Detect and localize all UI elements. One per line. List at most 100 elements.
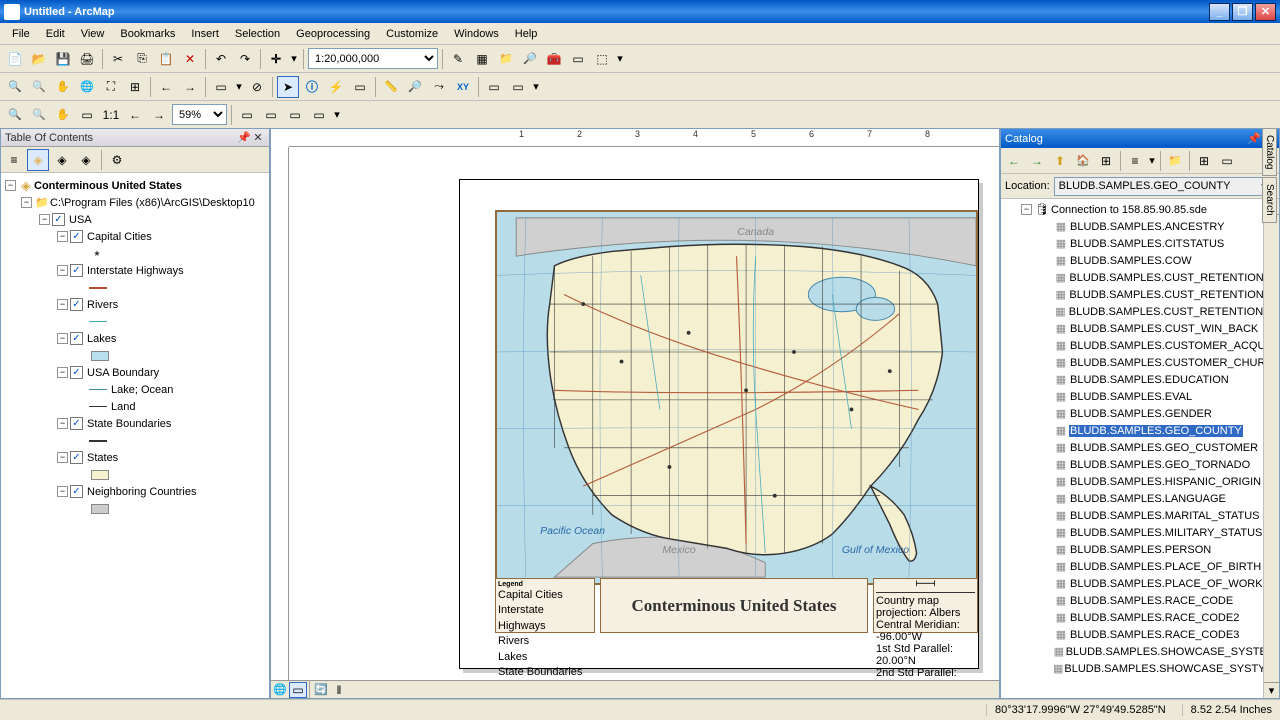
select-dropdown[interactable]: ▾ (234, 76, 244, 98)
tree-root[interactable]: − Conterminous United States (3, 177, 267, 194)
catalog-home-button[interactable] (1072, 150, 1094, 172)
expand-icon[interactable]: − (57, 299, 68, 310)
tree-layer-neighboring[interactable]: − Neighboring Countries (3, 483, 267, 500)
expand-icon[interactable]: − (57, 418, 68, 429)
undo-button[interactable] (210, 48, 232, 70)
catalog-table-item[interactable]: BLUDB.SAMPLES.MILITARY_STATUS (1003, 524, 1277, 541)
layout-zoom-out-button[interactable] (28, 104, 50, 126)
catalog-table-item[interactable]: BLUDB.SAMPLES.RACE_CODE (1003, 592, 1277, 609)
menu-edit[interactable]: Edit (38, 26, 73, 42)
menu-geoprocessing[interactable]: Geoprocessing (288, 26, 378, 42)
copy-button[interactable] (131, 48, 153, 70)
catalog-table-item[interactable]: BLUDB.SAMPLES.MARITAL_STATUS (1003, 507, 1277, 524)
full-extent-button[interactable] (76, 76, 98, 98)
delete-button[interactable] (179, 48, 201, 70)
data-view-button[interactable] (271, 682, 289, 698)
catalog-table-item[interactable]: BLUDB.SAMPLES.RACE_CODE3 (1003, 626, 1277, 643)
catalog-table-item[interactable]: BLUDB.SAMPLES.SHOWCASE_SYSTEM (1003, 643, 1277, 660)
print-button[interactable] (76, 48, 98, 70)
layout-view[interactable]: 1 2 3 4 5 6 7 8 (270, 128, 1000, 699)
tree-group-usa[interactable]: − USA (3, 211, 267, 228)
menu-help[interactable]: Help (507, 26, 546, 42)
cut-button[interactable] (107, 48, 129, 70)
catalog-table-item[interactable]: BLUDB.SAMPLES.CITSTATUS (1003, 235, 1277, 252)
catalog-list-view-button[interactable] (1124, 150, 1146, 172)
toolbar-options-3[interactable]: ▾ (332, 104, 342, 126)
catalog-back-button[interactable] (1003, 150, 1025, 172)
catalog-table-item[interactable]: BLUDB.SAMPLES.EVAL (1003, 388, 1277, 405)
catalog-connection[interactable]: − Connection to 158.85.90.85.sde (1003, 201, 1277, 218)
expand-icon[interactable]: − (5, 180, 16, 191)
catalog-options-button[interactable]: ▭ (1216, 150, 1238, 172)
menu-windows[interactable]: Windows (446, 26, 507, 42)
catalog-table-item[interactable]: BLUDB.SAMPLES.LANGUAGE (1003, 490, 1277, 507)
paste-button[interactable] (155, 48, 177, 70)
add-data-dropdown[interactable]: ▾ (289, 48, 299, 70)
catalog-table-item[interactable]: BLUDB.SAMPLES.RACE_CODE2 (1003, 609, 1277, 626)
new-button[interactable] (4, 48, 26, 70)
zoom-100-button[interactable]: 1:1 (100, 104, 122, 126)
toc-button[interactable] (471, 48, 493, 70)
toc-options-button[interactable]: ⚙ (106, 149, 128, 171)
page-outline[interactable]: Canada Mexico Pacific Ocean Gulf of Mexi… (459, 179, 979, 669)
fixed-zoom-out-button[interactable] (124, 76, 146, 98)
redo-button[interactable] (234, 48, 256, 70)
catalog-table-item[interactable]: BLUDB.SAMPLES.PERSON (1003, 541, 1277, 558)
menu-file[interactable]: File (4, 26, 38, 42)
pan-button[interactable] (52, 76, 74, 98)
expand-icon[interactable]: − (57, 486, 68, 497)
toc-pin-button[interactable]: 📌 (237, 131, 251, 145)
toggle-draft-button[interactable]: ▭ (236, 104, 258, 126)
expand-icon[interactable]: − (57, 367, 68, 378)
minimize-button[interactable]: _ (1209, 3, 1230, 21)
toc-list-by-selection-button[interactable]: ◈ (75, 149, 97, 171)
tree-layer-state-boundaries[interactable]: − State Boundaries (3, 415, 267, 432)
open-button[interactable] (28, 48, 50, 70)
create-viewer-button[interactable]: ▭ (507, 76, 529, 98)
select-elements-button[interactable] (277, 76, 299, 98)
scroll-down-button[interactable]: ▾ (1264, 682, 1279, 698)
time-slider-button[interactable]: ▭ (483, 76, 505, 98)
checkbox[interactable] (70, 264, 83, 277)
catalog-table-item[interactable]: BLUDB.SAMPLES.GEO_COUNTY (1003, 422, 1277, 439)
clear-selection-button[interactable]: ⊘ (246, 76, 268, 98)
toc-list-by-drawing-button[interactable] (3, 149, 25, 171)
catalog-table-item[interactable]: BLUDB.SAMPLES.CUST_RETENTION_T (1003, 303, 1277, 320)
zoom-in-button[interactable] (4, 76, 26, 98)
checkbox[interactable] (70, 332, 83, 345)
side-tab-catalog[interactable]: Catalog (1262, 128, 1277, 176)
catalog-table-item[interactable]: BLUDB.SAMPLES.CUST_RETENTION_L (1003, 286, 1277, 303)
python-button[interactable]: ▭ (567, 48, 589, 70)
layout-fwd-button[interactable] (148, 104, 170, 126)
menu-view[interactable]: View (73, 26, 113, 42)
catalog-table-item[interactable]: BLUDB.SAMPLES.CUSTOMER_CHURN (1003, 354, 1277, 371)
expand-icon[interactable]: − (57, 265, 68, 276)
checkbox[interactable] (70, 366, 83, 379)
change-layout-button[interactable]: ▭ (284, 104, 306, 126)
hyperlink-button[interactable]: ⚡ (325, 76, 347, 98)
toolbar-options[interactable]: ▾ (615, 48, 625, 70)
expand-icon[interactable]: − (57, 452, 68, 463)
catalog-forward-button[interactable] (1026, 150, 1048, 172)
layout-back-button[interactable] (124, 104, 146, 126)
toolbar-options-2[interactable]: ▾ (531, 76, 541, 98)
data-driven-pages-button[interactable]: ▭ (308, 104, 330, 126)
save-button[interactable] (52, 48, 74, 70)
checkbox[interactable] (52, 213, 65, 226)
close-button[interactable]: ✕ (1255, 3, 1276, 21)
layout-pan-button[interactable] (52, 104, 74, 126)
catalog-toggle-contents-button[interactable]: ⊞ (1193, 150, 1215, 172)
catalog-view-dropdown[interactable]: ▾ (1147, 150, 1157, 172)
catalog-toggle-tree-button[interactable] (1095, 150, 1117, 172)
expand-icon[interactable]: − (1021, 204, 1032, 215)
maximize-button[interactable]: ❐ (1232, 3, 1253, 21)
select-features-button[interactable]: ▭ (210, 76, 232, 98)
catalog-table-item[interactable]: BLUDB.SAMPLES.EDUCATION (1003, 371, 1277, 388)
catalog-table-item[interactable]: BLUDB.SAMPLES.ANCESTRY (1003, 218, 1277, 235)
catalog-up-button[interactable] (1049, 150, 1071, 172)
map-dataframe[interactable]: Canada Mexico Pacific Ocean Gulf of Mexi… (495, 210, 978, 585)
tree-layer-rivers[interactable]: − Rivers (3, 296, 267, 313)
tree-layer-interstate[interactable]: − Interstate Highways (3, 262, 267, 279)
page-canvas[interactable]: Canada Mexico Pacific Ocean Gulf of Mexi… (289, 147, 999, 680)
arctoolbox-button[interactable]: 🧰 (543, 48, 565, 70)
